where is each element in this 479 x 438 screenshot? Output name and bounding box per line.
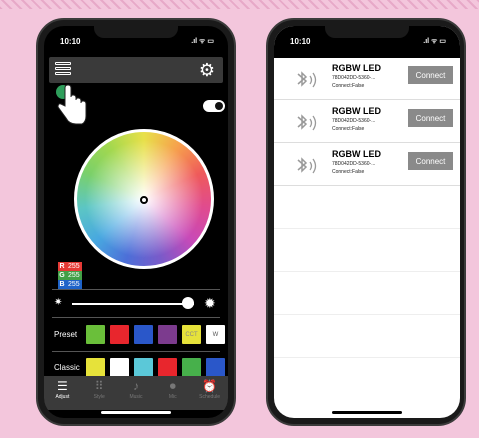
preset-swatch[interactable] [158, 325, 177, 344]
device-id: 78D042DD-5360-... [332, 75, 376, 81]
device-row: RGBW LED 78D042DD-5360-... Connect:False Co… [274, 101, 460, 143]
rgb-channel-letter: B [58, 280, 66, 289]
classic-swatch[interactable] [110, 358, 129, 377]
connect-button[interactable]: Connect [408, 66, 453, 84]
status-time: 10:10 [290, 37, 311, 46]
status-icons: .ıl ᯤ ▭ [423, 38, 446, 45]
device-name: RGBW LED [332, 149, 381, 159]
right-phone-frame: 10:10 .ıl ᯤ ▭ RGBW LED 78D042DD-5360-... C… [266, 18, 466, 426]
classic-swatch[interactable] [182, 358, 201, 377]
divider [52, 289, 220, 290]
brightness-row: ✷ ✹ [52, 295, 222, 311]
rgb-readout-r: R 255 [58, 262, 82, 271]
power-toggle[interactable] [203, 100, 225, 112]
rgb-channel-value: 255 [66, 271, 82, 280]
device-id: 78D042DD-5360-... [332, 161, 376, 167]
color-control-screen: 10:10 .ıl ᯤ ▭ ⚙ R 255 G 255 B 255 ✷ ✹ Preset … [44, 26, 228, 418]
rgb-readout-b: B 255 [58, 280, 82, 289]
device-status: Connect:False [332, 83, 365, 89]
classic-swatch[interactable] [206, 358, 225, 377]
rgb-channel-letter: R [58, 262, 66, 271]
empty-row-divider [274, 357, 460, 358]
empty-row-divider [274, 271, 460, 272]
classic-swatch[interactable] [158, 358, 177, 377]
empty-row-divider [274, 314, 460, 315]
pointing-hand-icon [56, 84, 87, 125]
brightness-low-icon: ✷ [54, 297, 63, 308]
preset-swatch[interactable]: W [206, 325, 225, 344]
home-indicator [332, 411, 402, 414]
device-name: RGBW LED [332, 63, 381, 73]
bluetooth-icon [292, 69, 322, 91]
rgb-channel-letter: G [58, 271, 66, 280]
top-stripe-decoration [0, 0, 479, 9]
device-status: Connect:False [332, 126, 365, 132]
status-icons: .ıl ᯤ ▭ [191, 38, 214, 45]
tab-schedule[interactable]: ⏰ Schedule [191, 376, 228, 410]
preset-label: Preset [54, 330, 78, 339]
rgb-readout-g: G 255 [58, 271, 82, 280]
preset-swatch[interactable] [86, 325, 105, 344]
tab-label: Schedule [199, 394, 221, 400]
bluetooth-icon [292, 112, 322, 134]
grid-icon: ⠿ [94, 379, 104, 393]
tab-label: Music [129, 394, 143, 400]
connect-button[interactable]: Connect [408, 152, 453, 170]
device-id: 78D042DD-5360-... [332, 118, 376, 124]
tab-adjust[interactable]: ☰ Adjust [44, 376, 81, 410]
empty-row-divider [274, 228, 460, 229]
tab-music[interactable]: ♪ Music [118, 376, 155, 410]
bottom-tab-bar: ☰ Adjust ⠿ Style ♪ Music ⏺ Mic ⏰ Schedule [44, 376, 228, 410]
device-name: RGBW LED [332, 106, 381, 116]
bluetooth-icon [292, 155, 322, 177]
tab-label: Style [93, 394, 105, 400]
device-row: RGBW LED 78D042DD-5360-... Connect:False Co… [274, 144, 460, 186]
device-row: RGBW LED 78D042DD-5360-... Connect:False Co… [274, 58, 460, 100]
gear-icon[interactable]: ⚙ [199, 60, 215, 80]
status-time: 10:10 [60, 37, 81, 46]
notch [325, 26, 409, 38]
device-status: Connect:False [332, 169, 365, 175]
tab-label: Adjust [55, 394, 70, 400]
brightness-high-icon: ✹ [204, 295, 216, 311]
classic-swatch[interactable] [134, 358, 153, 377]
left-phone-frame: 10:10 .ıl ᯤ ▭ ⚙ R 255 G 255 B 255 ✷ ✹ Preset … [36, 18, 236, 426]
color-picker-handle[interactable] [140, 196, 148, 204]
preset-swatch[interactable]: CCT [182, 325, 201, 344]
menu-icon[interactable] [55, 62, 71, 77]
home-indicator [101, 411, 171, 414]
tab-mic[interactable]: ⏺ Mic [154, 376, 191, 410]
brightness-slider-knob[interactable] [181, 297, 194, 309]
mic-icon: ⏺ [169, 379, 176, 393]
rgb-channel-value: 255 [66, 262, 82, 271]
classic-swatch[interactable] [86, 358, 105, 377]
music-icon: ♪ [132, 379, 139, 393]
divider [52, 351, 220, 352]
classic-label: Classic [54, 363, 80, 372]
preset-swatch[interactable] [134, 325, 153, 344]
rgb-channel-value: 255 [66, 280, 82, 289]
tab-label: Mic [168, 394, 177, 400]
notch [94, 26, 178, 38]
tab-style[interactable]: ⠿ Style [81, 376, 118, 410]
divider [52, 317, 220, 318]
top-bar: ⚙ [49, 57, 223, 83]
preset-swatch[interactable] [110, 325, 129, 344]
sliders-icon: ☰ [57, 379, 68, 393]
brightness-slider[interactable] [72, 303, 194, 305]
alarm-icon: ⏰ [202, 379, 218, 393]
connect-button[interactable]: Connect [408, 109, 453, 127]
device-list-screen: 10:10 .ıl ᯤ ▭ RGBW LED 78D042DD-5360-... C… [274, 26, 460, 418]
